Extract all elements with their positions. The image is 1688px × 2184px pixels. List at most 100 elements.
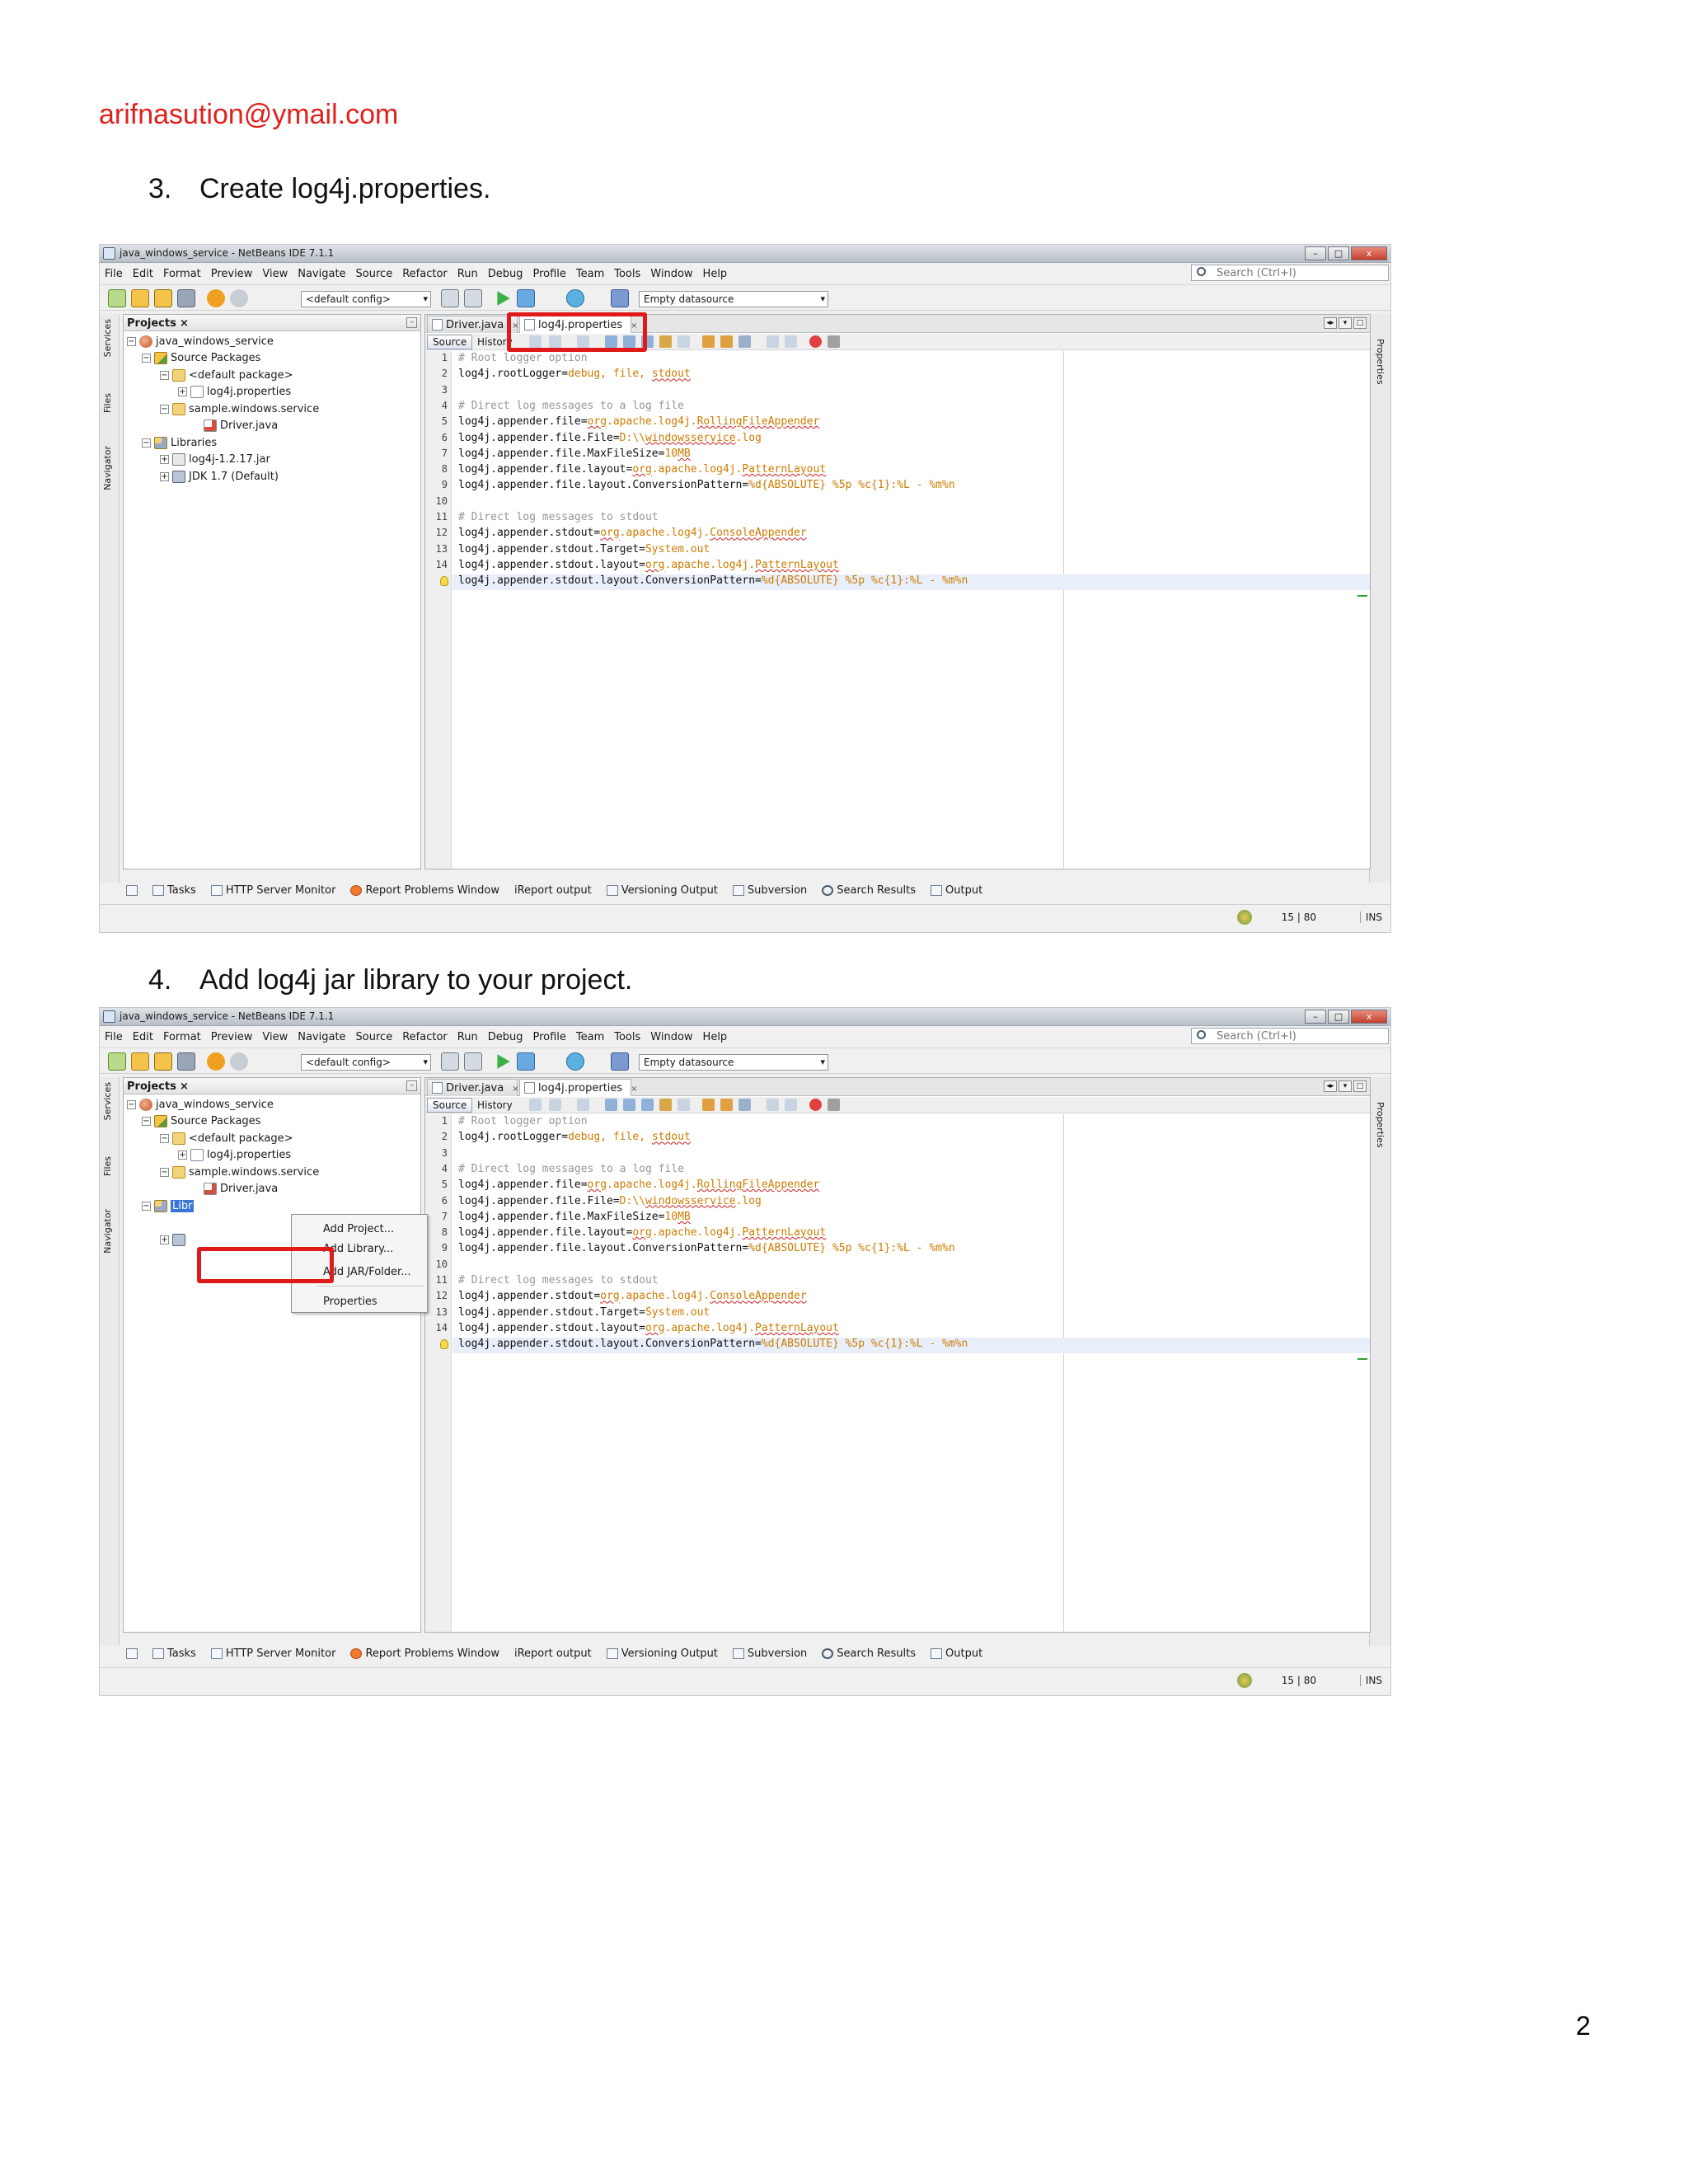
redo-icon[interactable]	[230, 1052, 248, 1071]
menu-source[interactable]: Source	[356, 1031, 393, 1043]
shift-left-icon[interactable]	[767, 335, 779, 348]
toggle-rect-select-icon[interactable]	[678, 335, 690, 348]
tree-project[interactable]: − java_windows_service	[127, 1096, 274, 1113]
output-tab-tasks[interactable]: Tasks	[152, 884, 196, 897]
find-icon[interactable]	[605, 1099, 617, 1111]
hammer-icon[interactable]	[441, 289, 459, 307]
output-tab-search-results[interactable]: Search Results	[822, 1647, 916, 1660]
output-tab-report-problems-window[interactable]: Report Problems Window	[350, 1647, 499, 1660]
menu-profile[interactable]: Profile	[532, 1031, 565, 1043]
menu-format[interactable]: Format	[163, 1031, 201, 1043]
profile-icon[interactable]	[566, 1052, 584, 1071]
menu-navigate[interactable]: Navigate	[298, 1031, 345, 1043]
output-tab-tasks[interactable]: Tasks	[152, 1647, 196, 1660]
toggle-bookmark-icon[interactable]	[738, 1099, 751, 1111]
menu-edit[interactable]: Edit	[133, 268, 153, 280]
error-stripe-marker[interactable]	[1357, 595, 1367, 597]
output-tab-ireport-output[interactable]: iReport output	[514, 884, 592, 897]
collapse-icon[interactable]: −	[142, 1117, 151, 1126]
previous-bookmark-icon[interactable]	[702, 335, 715, 348]
context-menu-item[interactable]: Add JAR/Folder...	[323, 1266, 411, 1278]
toggle-highlight-icon[interactable]	[659, 335, 672, 348]
properties-tab[interactable]: Properties	[1375, 339, 1386, 385]
output-tab-search-results[interactable]: Search Results	[822, 884, 916, 897]
menu-profile[interactable]: Profile	[532, 268, 565, 280]
minimize-icon[interactable]: –	[406, 317, 417, 328]
minimize-button[interactable]: –	[1305, 1010, 1326, 1024]
menu-window[interactable]: Window	[650, 268, 692, 280]
profile-icon[interactable]	[566, 289, 584, 307]
config-combo[interactable]: <default config>	[301, 1054, 431, 1071]
tree-source-packages[interactable]: − Source Packages	[142, 1113, 260, 1130]
navigator-tab[interactable]: Navigator	[102, 446, 113, 490]
collapse-icon[interactable]: −	[160, 1167, 169, 1177]
save-all-icon[interactable]	[177, 1052, 195, 1071]
tree-jdk[interactable]: + JDK 1.7 (Default)	[160, 468, 279, 485]
files-tab[interactable]: Files	[102, 393, 113, 413]
restore-window-icon[interactable]	[126, 1647, 138, 1659]
config-combo[interactable]: <default config>	[301, 291, 431, 307]
output-tab-output[interactable]: Output	[931, 1647, 982, 1660]
redo-icon[interactable]	[230, 289, 248, 307]
stop-macro-icon[interactable]	[828, 1099, 840, 1111]
output-tab-versioning-output[interactable]: Versioning Output	[606, 884, 718, 897]
menu-edit[interactable]: Edit	[133, 1031, 153, 1043]
new-file-icon[interactable]	[108, 1052, 126, 1071]
close-icon[interactable]: ×	[631, 1085, 637, 1094]
output-tab-http-server-monitor[interactable]: HTTP Server Monitor	[210, 1647, 335, 1660]
undo-icon[interactable]	[207, 1052, 225, 1071]
menu-tools[interactable]: Tools	[614, 1031, 640, 1043]
run-icon[interactable]	[497, 291, 510, 306]
search-input[interactable]: Search (Ctrl+I)	[1191, 1028, 1389, 1044]
debug-icon[interactable]	[517, 1052, 535, 1071]
tree-jdk[interactable]: +	[160, 1231, 185, 1248]
toggle-rect-select-icon[interactable]	[678, 1099, 690, 1111]
tab-scroll-icon[interactable]: ◂▸	[1324, 1080, 1337, 1092]
tree-project[interactable]: − java_windows_service	[127, 333, 274, 349]
menu-refactor[interactable]: Refactor	[402, 1031, 448, 1043]
properties-tab[interactable]: Properties	[1375, 1102, 1386, 1148]
tab-driver-java[interactable]: Driver.java ×	[427, 1079, 519, 1096]
menu-preview[interactable]: Preview	[211, 268, 253, 280]
tab-scroll-icon[interactable]: ◂▸	[1324, 317, 1337, 329]
new-file-icon[interactable]	[108, 289, 126, 307]
menu-navigate[interactable]: Navigate	[298, 268, 345, 280]
files-tab[interactable]: Files	[102, 1156, 113, 1176]
tab-log4j-properties[interactable]: log4j.properties ×	[519, 1079, 638, 1096]
tree-libraries[interactable]: − Libraries	[142, 434, 217, 451]
tree-driver-java[interactable]: Driver.java	[191, 1181, 278, 1197]
projects-tab[interactable]: Projects × –	[124, 315, 420, 331]
output-tab-versioning-output[interactable]: Versioning Output	[606, 1647, 718, 1660]
tree-driver-java[interactable]: Driver.java	[191, 418, 278, 434]
search-input[interactable]: Search (Ctrl+I)	[1191, 265, 1389, 281]
tree-source-packages[interactable]: − Source Packages	[142, 350, 260, 367]
menu-view[interactable]: View	[262, 1031, 288, 1043]
undo-icon[interactable]	[207, 289, 225, 307]
output-tab-http-server-monitor[interactable]: HTTP Server Monitor	[210, 884, 335, 897]
output-tab-subversion[interactable]: Subversion	[732, 1647, 807, 1660]
menu-refactor[interactable]: Refactor	[402, 268, 448, 280]
close-icon[interactable]: ×	[180, 1080, 189, 1093]
close-button[interactable]: x	[1351, 246, 1387, 260]
menu-debug[interactable]: Debug	[488, 268, 523, 280]
forward-icon[interactable]	[549, 1099, 561, 1111]
stop-macro-icon[interactable]	[828, 335, 840, 348]
open-project-icon[interactable]	[154, 289, 172, 307]
shift-left-icon[interactable]	[767, 1099, 779, 1111]
menu-format[interactable]: Format	[163, 268, 201, 280]
services-tab[interactable]: Services	[102, 1082, 113, 1120]
menu-tools[interactable]: Tools	[614, 268, 640, 280]
menu-run[interactable]: Run	[457, 268, 478, 280]
menu-team[interactable]: Team	[576, 1031, 604, 1043]
history-button[interactable]: History	[471, 1098, 518, 1113]
close-button[interactable]: x	[1351, 1010, 1387, 1024]
clean-build-icon[interactable]	[464, 289, 482, 307]
tree-log4j-jar[interactable]: + log4j-1.2.17.jar	[160, 452, 270, 468]
new-project-icon[interactable]	[131, 1052, 149, 1071]
navigator-tab[interactable]: Navigator	[102, 1209, 113, 1254]
maximize-editor-icon[interactable]: □	[1353, 1080, 1367, 1092]
record-macro-icon[interactable]	[809, 335, 822, 348]
datasource-combo[interactable]: Empty datasource	[639, 1054, 828, 1071]
menu-debug[interactable]: Debug	[488, 1031, 523, 1043]
tree-default-package[interactable]: − <default package>	[160, 367, 293, 383]
